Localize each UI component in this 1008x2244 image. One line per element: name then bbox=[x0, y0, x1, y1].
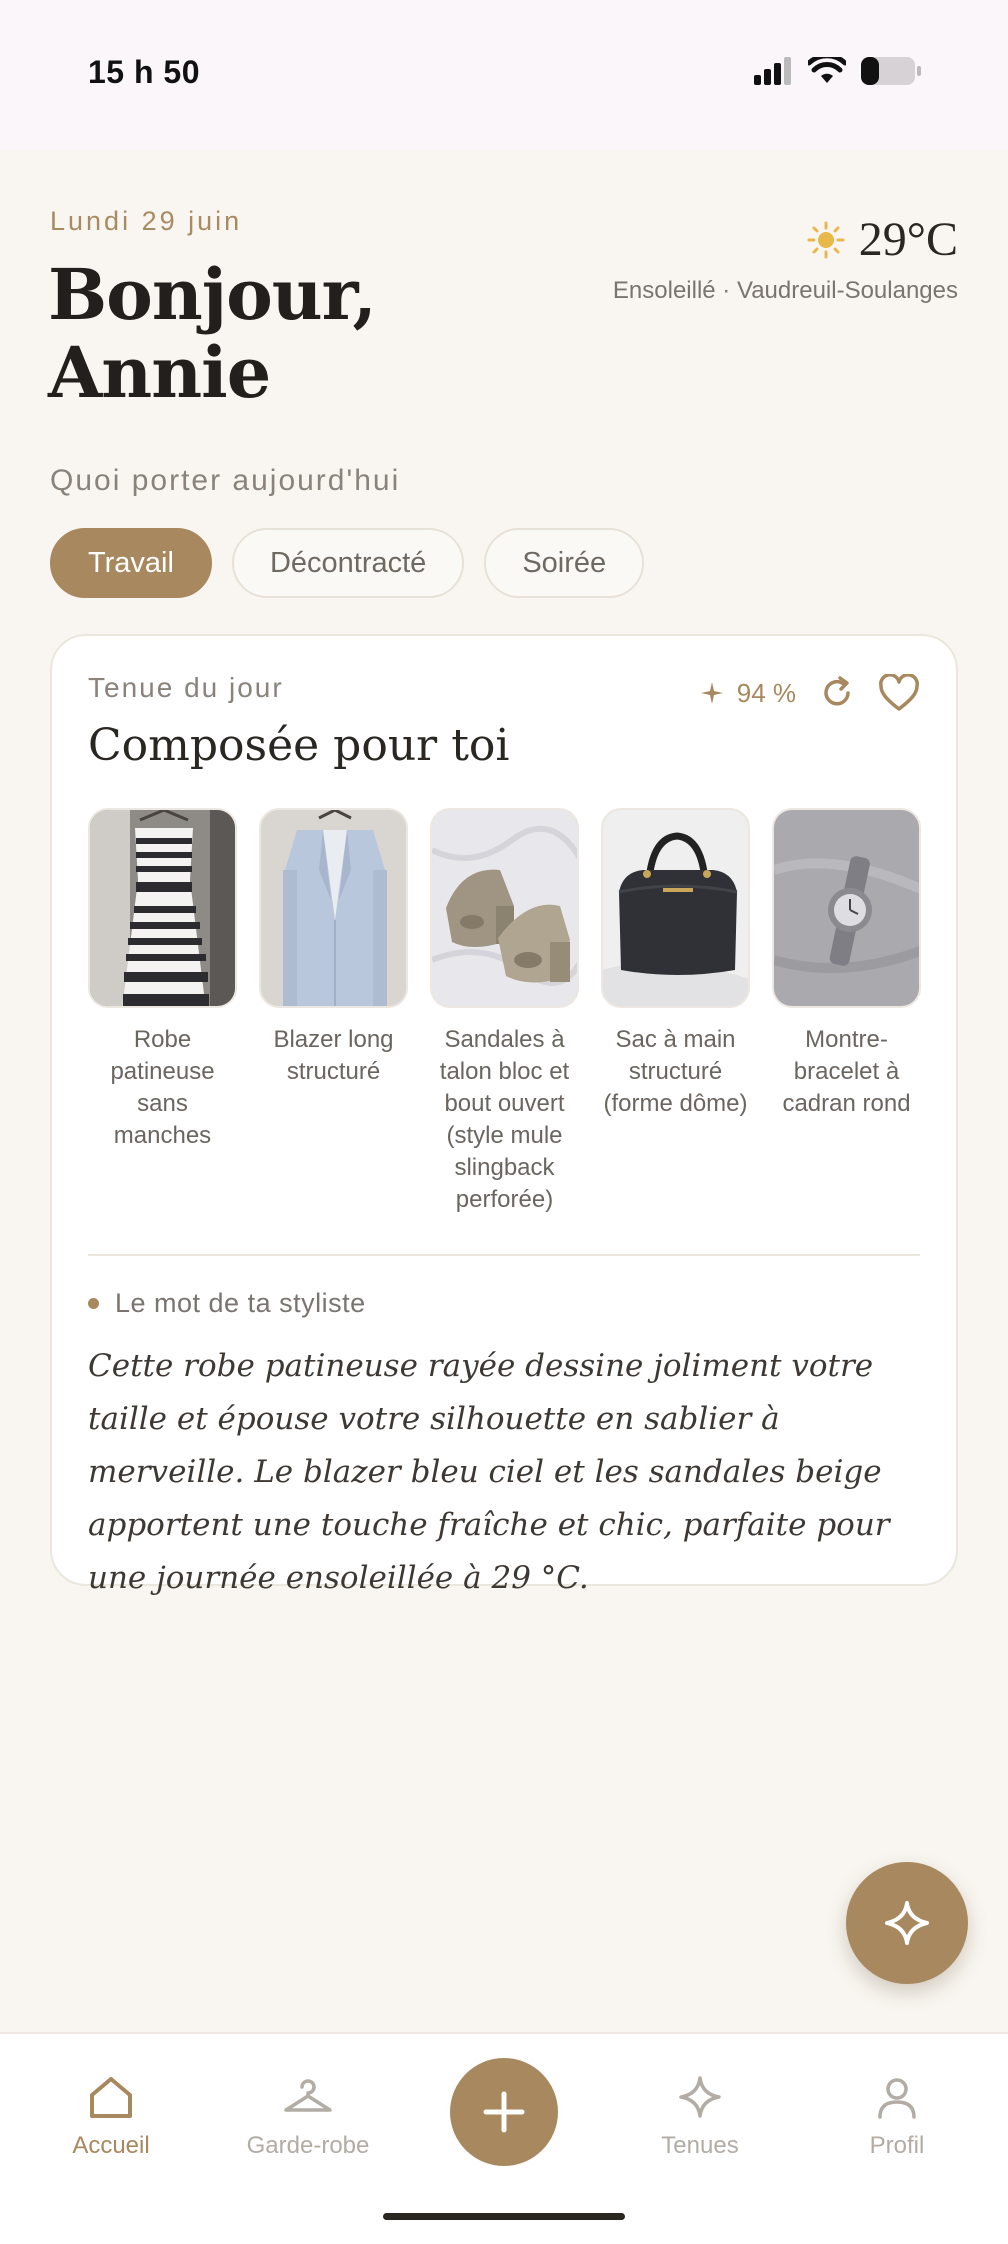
status-bar: 15 h 50 bbox=[0, 0, 1008, 150]
outfit-item[interactable]: Blazer long structuré bbox=[259, 808, 408, 1216]
section-label: Quoi porter aujourd'hui bbox=[50, 464, 401, 497]
home-indicator bbox=[383, 2213, 625, 2220]
stylist-heading-text: Le mot de ta styliste bbox=[115, 1288, 366, 1318]
user-icon bbox=[878, 2078, 916, 2119]
sparkle-icon bbox=[885, 1901, 929, 1945]
ai-stylist-button[interactable] bbox=[846, 1862, 968, 1984]
chip-soiree[interactable]: Soirée bbox=[484, 528, 645, 598]
occasion-filter: Travail Décontracté Soirée bbox=[50, 528, 645, 598]
bullet-dot bbox=[88, 1298, 99, 1309]
item-photo-sandals bbox=[430, 808, 579, 1008]
add-item-button[interactable] bbox=[450, 2058, 558, 2166]
tab-outfits-label: Tenues bbox=[661, 2132, 739, 2159]
outfit-item[interactable]: Montre-bracelet à cadran rond bbox=[772, 808, 921, 1216]
item-label: Sandales à talon bloc et bout ouvert (st… bbox=[439, 1026, 570, 1213]
outfit-item[interactable]: Robe patineuse sans manches bbox=[88, 808, 237, 1216]
sparkle-icon bbox=[679, 2076, 721, 2118]
card-actions: 94 % bbox=[700, 674, 920, 712]
battery-icon bbox=[861, 57, 921, 85]
plus-icon bbox=[483, 2091, 525, 2133]
tab-home[interactable]: Accueil bbox=[31, 2072, 191, 2160]
item-label: Blazer long structuré bbox=[273, 1026, 394, 1085]
card-eyebrow: Tenue du jour bbox=[88, 672, 284, 703]
heart-icon[interactable] bbox=[878, 674, 920, 712]
date-label: Lundi 29 juin bbox=[50, 206, 243, 236]
stylist-note-heading: Le mot de ta styliste bbox=[88, 1288, 366, 1319]
outfit-item[interactable]: Sac à main structuré (forme dôme) bbox=[601, 808, 750, 1216]
item-label: Sac à main structuré (forme dôme) bbox=[603, 1026, 748, 1117]
hanger-icon bbox=[284, 2079, 332, 2112]
refresh-icon[interactable] bbox=[818, 674, 856, 712]
card-divider bbox=[88, 1254, 920, 1256]
status-time: 15 h 50 bbox=[88, 54, 201, 90]
weather-widget: 29°C Ensoleillé · Vaudreuil-Soulanges bbox=[613, 212, 958, 305]
tab-profile-label: Profil bbox=[869, 2132, 925, 2159]
stylist-note-text: Cette robe patineuse rayée dessine jolim… bbox=[88, 1348, 890, 1596]
sparkle-icon bbox=[700, 682, 723, 704]
match-score-value: 94 % bbox=[736, 677, 796, 708]
sun-icon bbox=[807, 221, 845, 258]
item-label: Montre-bracelet à cadran rond bbox=[782, 1026, 911, 1117]
weather-temperature: 29°C bbox=[858, 213, 958, 266]
outfit-items: Robe patineuse sans manches Blazer long … bbox=[88, 808, 921, 1216]
weather-description: Ensoleillé · Vaudreuil-Soulanges bbox=[612, 277, 958, 304]
home-icon bbox=[90, 2077, 132, 2118]
item-photo-handbag bbox=[601, 808, 750, 1008]
wifi-icon bbox=[808, 57, 846, 83]
item-label: Robe patineuse sans manches bbox=[110, 1026, 215, 1149]
tab-profile[interactable]: Profil bbox=[817, 2072, 977, 2160]
tab-outfits[interactable]: Tenues bbox=[620, 2072, 780, 2160]
tab-home-label: Accueil bbox=[72, 2132, 150, 2159]
tab-wardrobe-label: Garde-robe bbox=[246, 2132, 370, 2159]
tab-wardrobe[interactable]: Garde-robe bbox=[228, 2072, 388, 2160]
item-photo-blazer bbox=[259, 808, 408, 1008]
chip-travail[interactable]: Travail bbox=[50, 528, 212, 598]
greeting-title: Bonjour, Annie bbox=[48, 253, 377, 414]
status-icons bbox=[754, 56, 922, 86]
item-photo-watch bbox=[772, 808, 921, 1008]
outfit-card: Tenue du jour Composée pour toi 94 % Rob… bbox=[50, 634, 958, 1596]
match-score: 94 % bbox=[700, 677, 796, 709]
item-photo-dress bbox=[88, 808, 237, 1008]
signal-icon bbox=[754, 57, 791, 85]
outfit-item[interactable]: Sandales à talon bloc et bout ouvert (st… bbox=[430, 808, 579, 1216]
card-title: Composée pour toi bbox=[88, 720, 510, 771]
chip-decontracte[interactable]: Décontracté bbox=[231, 528, 465, 598]
